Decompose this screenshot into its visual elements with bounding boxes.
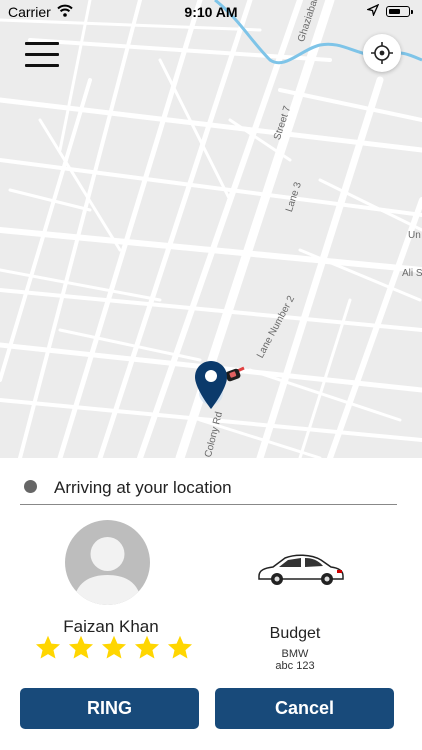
car-model: BMW	[281, 648, 309, 660]
menu-button[interactable]	[25, 42, 59, 68]
car-plate: abc 123	[275, 660, 315, 672]
map-view[interactable]: Ghaziabad Rd Street 7 Lane 3 Lane Number…	[0, 0, 422, 458]
ring-button[interactable]: RING	[20, 688, 199, 729]
location-pin-icon	[195, 361, 227, 409]
driver-avatar	[65, 520, 150, 605]
hamburger-line-icon	[25, 53, 59, 56]
location-arrow-icon	[367, 4, 379, 16]
person-placeholder-icon	[73, 537, 142, 605]
status-bar: Carrier 9:10 AM	[0, 0, 422, 24]
driver-rating	[34, 634, 194, 664]
status-indicator-dot	[24, 480, 37, 493]
car-icon	[258, 554, 344, 585]
car-category: Budget	[269, 625, 321, 642]
divider	[20, 504, 397, 505]
star-icon	[68, 635, 94, 659]
status-time: 9:10 AM	[184, 4, 238, 20]
battery-icon	[386, 6, 413, 17]
star-icon	[167, 635, 193, 659]
trip-status-text: Arriving at your location	[54, 478, 232, 497]
star-icon	[134, 635, 160, 659]
hamburger-line-icon	[25, 42, 59, 45]
road-label-ali-s: Ali S	[402, 268, 422, 279]
star-icon	[35, 635, 61, 659]
star-icon	[101, 635, 127, 659]
my-location-button[interactable]	[363, 34, 401, 72]
crosshair-icon	[371, 42, 393, 64]
cancel-button[interactable]: Cancel	[215, 688, 394, 729]
hamburger-line-icon	[25, 64, 59, 67]
road-label-un: Un	[408, 230, 421, 241]
